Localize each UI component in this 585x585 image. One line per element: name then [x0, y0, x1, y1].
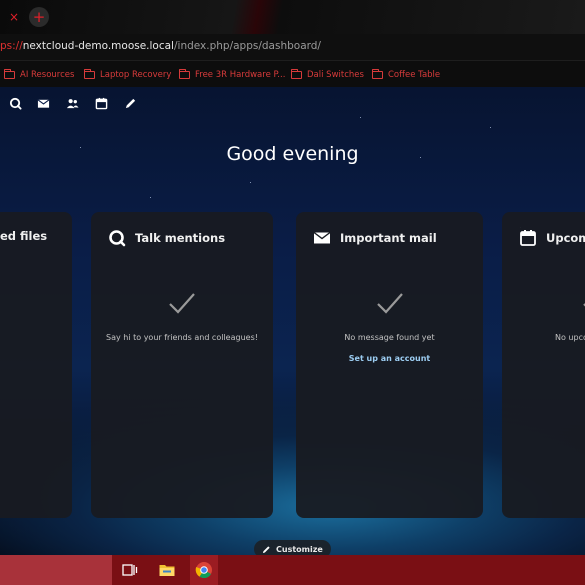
bookmark-label: Coffee Table — [388, 70, 441, 80]
task-view-icon[interactable] — [121, 561, 139, 579]
folder-icon — [291, 69, 302, 79]
bookmark-label: AI Resources — [20, 70, 75, 80]
new-tab-button[interactable]: + — [29, 7, 49, 27]
bookmark-label: Dali Switches — [307, 70, 364, 80]
tab-close-button[interactable]: × — [4, 7, 24, 27]
url-path: /index.php/apps/dashboard/ — [173, 40, 321, 52]
app-navigation — [0, 87, 585, 119]
taskbar — [0, 555, 585, 585]
panel-title: Upcom — [546, 231, 585, 245]
calendar-icon — [520, 230, 536, 246]
customize-button[interactable]: Customize — [254, 540, 331, 555]
taskbar-search[interactable] — [0, 555, 112, 585]
greeting: Good evening — [226, 143, 359, 165]
panel-upcoming-events: Upcom No upco — [502, 212, 585, 518]
mail-icon[interactable] — [37, 97, 50, 110]
panel-talk-mentions: Talk mentions Say hi to your friends and… — [91, 212, 273, 518]
bookmark-ai-resources[interactable]: AI Resources — [4, 68, 74, 82]
bookmark-dali-switches[interactable]: Dali Switches — [291, 68, 364, 82]
bookmarks-bar: AI Resources Laptop Recovery Free 3R Har… — [0, 61, 585, 87]
file-explorer-icon[interactable] — [158, 561, 176, 579]
address-bar[interactable]: ps://nextcloud-demo.moose.local/index.ph… — [0, 34, 585, 61]
bookmark-laptop-recovery[interactable]: Laptop Recovery — [84, 68, 171, 82]
url-text[interactable]: ps://nextcloud-demo.moose.local/index.ph… — [0, 40, 321, 52]
checkmark-icon — [377, 293, 403, 314]
checkmark-icon — [169, 293, 195, 314]
talk-icon — [109, 230, 126, 247]
empty-state-text: No upco — [555, 333, 585, 342]
bookmark-coffee-table[interactable]: Coffee Table — [372, 68, 440, 82]
folder-icon — [372, 69, 383, 79]
mail-icon — [313, 231, 331, 244]
chrome-icon[interactable] — [195, 561, 213, 579]
panel-recommended-files: ed files — [0, 212, 72, 518]
contacts-icon[interactable] — [66, 97, 79, 110]
screen: × + ps://nextcloud-demo.moose.local/inde… — [0, 0, 585, 585]
folder-icon — [84, 69, 95, 79]
pencil-icon — [262, 545, 270, 553]
panel-title: ed files — [0, 229, 48, 243]
url-scheme: ps:// — [0, 40, 23, 52]
folder-icon — [4, 69, 15, 79]
empty-state-text: No message found yet — [344, 333, 435, 342]
url-host: nextcloud-demo.moose.local — [22, 40, 174, 52]
talk-icon[interactable] — [9, 97, 22, 110]
browser-tabstrip: × + — [0, 0, 585, 34]
panel-title: Important mail — [340, 231, 437, 245]
dashboard: Good evening ed files Talk mentions Say … — [0, 87, 585, 555]
bookmark-label: Laptop Recovery — [100, 70, 172, 80]
folder-icon — [179, 69, 190, 79]
notes-icon[interactable] — [124, 97, 137, 110]
setup-account-link[interactable]: Set up an account — [296, 354, 483, 363]
customize-label: Customize — [276, 544, 323, 554]
bookmark-label: Free 3R Hardware P... — [195, 70, 286, 80]
bookmark-free-hardware[interactable]: Free 3R Hardware P... — [179, 68, 285, 82]
empty-state-text: Say hi to your friends and colleagues! — [106, 333, 258, 342]
calendar-icon[interactable] — [95, 97, 108, 110]
panel-important-mail: Important mail No message found yet Set … — [296, 212, 483, 518]
panel-title: Talk mentions — [135, 231, 226, 245]
